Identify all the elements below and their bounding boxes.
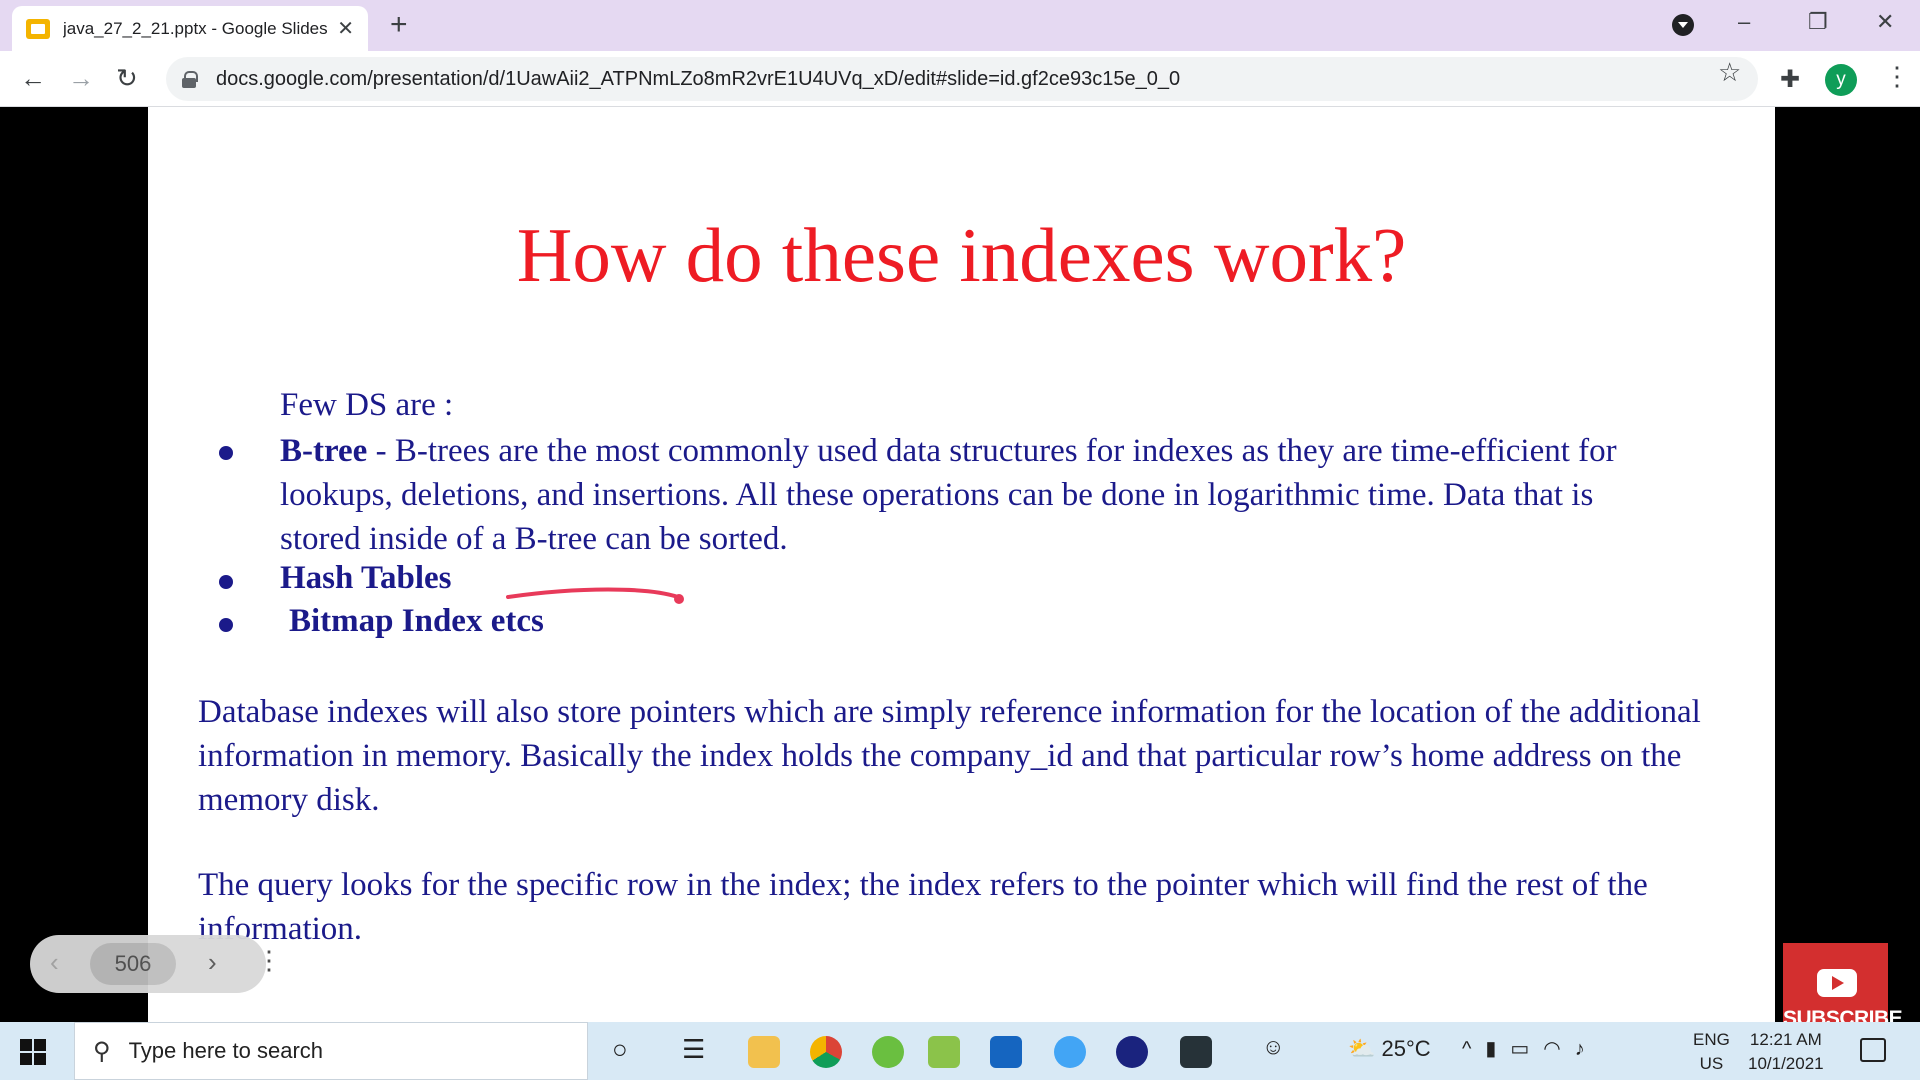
- slide-number[interactable]: 506: [90, 943, 176, 985]
- browser-toolbar: ← → ↻ docs.google.com/presentation/d/1Ua…: [0, 51, 1920, 107]
- window-close-button[interactable]: ✕: [1876, 8, 1894, 36]
- browser-tab[interactable]: java_27_2_21.pptx - Google Slides ✕: [12, 6, 368, 51]
- window-minimize-button[interactable]: –: [1738, 8, 1750, 36]
- bullet-dot: [219, 575, 233, 589]
- presentation-slide: How do these indexes work? Few DS are : …: [148, 107, 1775, 1022]
- system-tray-icons[interactable]: ^▮▭◠♪: [1462, 1036, 1599, 1061]
- bookmark-star-icon[interactable]: ☆: [1718, 57, 1741, 88]
- people-icon[interactable]: ☺: [1262, 1034, 1284, 1060]
- slide-intro: Few DS are :: [280, 387, 454, 423]
- weather-temperature: 25°C: [1381, 1036, 1431, 1061]
- paragraph-pointers: Database indexes will also store pointer…: [198, 694, 1701, 818]
- youtube-play-icon: [1817, 969, 1857, 997]
- headphones-app-icon[interactable]: [1116, 1036, 1148, 1068]
- forward-icon[interactable]: →: [68, 63, 94, 93]
- reload-icon[interactable]: ↻: [116, 63, 138, 93]
- file-explorer-icon[interactable]: [748, 1036, 780, 1068]
- cortana-icon[interactable]: ○: [612, 1034, 628, 1065]
- task-view-icon[interactable]: ☰: [682, 1034, 705, 1065]
- new-tab-button[interactable]: +: [390, 8, 408, 42]
- slide-title: How do these indexes work?: [516, 212, 1407, 298]
- image-editor-icon[interactable]: [928, 1036, 960, 1068]
- region-code: US: [1699, 1054, 1724, 1073]
- bullet-b-tree-label: B-tree: [280, 433, 368, 469]
- paragraph-query: The query looks for the specific row in …: [198, 867, 1648, 947]
- taskbar-search-placeholder: Type here to search: [128, 1038, 324, 1063]
- bullet-b-tree-text: - B-trees are the most commonly used dat…: [280, 433, 1617, 557]
- windows-taskbar: ⚲ Type here to search ○ ☰ ☺ ⛅ 25°C ^▮▭◠♪…: [0, 1022, 1920, 1080]
- weather-cloud-icon: ⛅: [1348, 1036, 1376, 1061]
- lock-icon[interactable]: [182, 71, 198, 88]
- language-code: ENG: [1693, 1030, 1730, 1049]
- weather-widget[interactable]: ⛅ 25°C: [1348, 1036, 1431, 1062]
- app-arrow-icon[interactable]: [1054, 1036, 1086, 1068]
- google-slides-icon: [26, 18, 50, 39]
- extensions-icon[interactable]: ✚: [1780, 65, 1800, 94]
- chrome-icon[interactable]: [810, 1036, 842, 1068]
- bullet-dot: [219, 618, 233, 632]
- browser-menu-icon[interactable]: ⋮: [1884, 61, 1910, 92]
- taskbar-search-box[interactable]: ⚲ Type here to search: [74, 1022, 588, 1080]
- bullet-b-tree: B-tree - B-trees are the most commonly u…: [280, 429, 1650, 561]
- clock-date: 10/1/2021: [1748, 1054, 1824, 1073]
- tab-search-icon[interactable]: [1672, 14, 1694, 36]
- language-indicator[interactable]: ENG US: [1693, 1028, 1730, 1076]
- url-text[interactable]: docs.google.com/presentation/d/1UawAii2_…: [216, 68, 1180, 91]
- search-icon: ⚲: [93, 1037, 111, 1065]
- window-restore-button[interactable]: ❐: [1808, 8, 1828, 36]
- windows-start-icon[interactable]: [20, 1039, 46, 1065]
- mail-app-icon[interactable]: [990, 1036, 1022, 1068]
- browser-tab-bar: java_27_2_21.pptx - Google Slides ✕ + – …: [0, 0, 1920, 51]
- tab-close-icon[interactable]: ✕: [337, 16, 354, 41]
- pen-annotation-stroke: [506, 587, 684, 604]
- terminal-app-icon[interactable]: [1180, 1036, 1212, 1068]
- tab-title: java_27_2_21.pptx - Google Slides: [63, 18, 328, 38]
- slide-navigator: ‹ 506 › ⋮: [30, 935, 282, 993]
- spring-tool-icon[interactable]: [872, 1036, 904, 1068]
- address-bar[interactable]: docs.google.com/presentation/d/1UawAii2_…: [166, 57, 1758, 101]
- previous-slide-button[interactable]: ‹: [50, 947, 59, 978]
- bullet-dot: [219, 446, 233, 460]
- clock-time: 12:21 AM: [1749, 1030, 1822, 1049]
- profile-avatar[interactable]: y: [1825, 64, 1857, 96]
- notification-icon[interactable]: [1860, 1038, 1886, 1062]
- next-slide-button[interactable]: ›: [208, 947, 217, 978]
- slide-options-icon[interactable]: ⋮: [256, 945, 282, 976]
- back-icon[interactable]: ←: [20, 63, 46, 93]
- taskbar-clock[interactable]: 12:21 AM 10/1/2021: [1748, 1028, 1824, 1076]
